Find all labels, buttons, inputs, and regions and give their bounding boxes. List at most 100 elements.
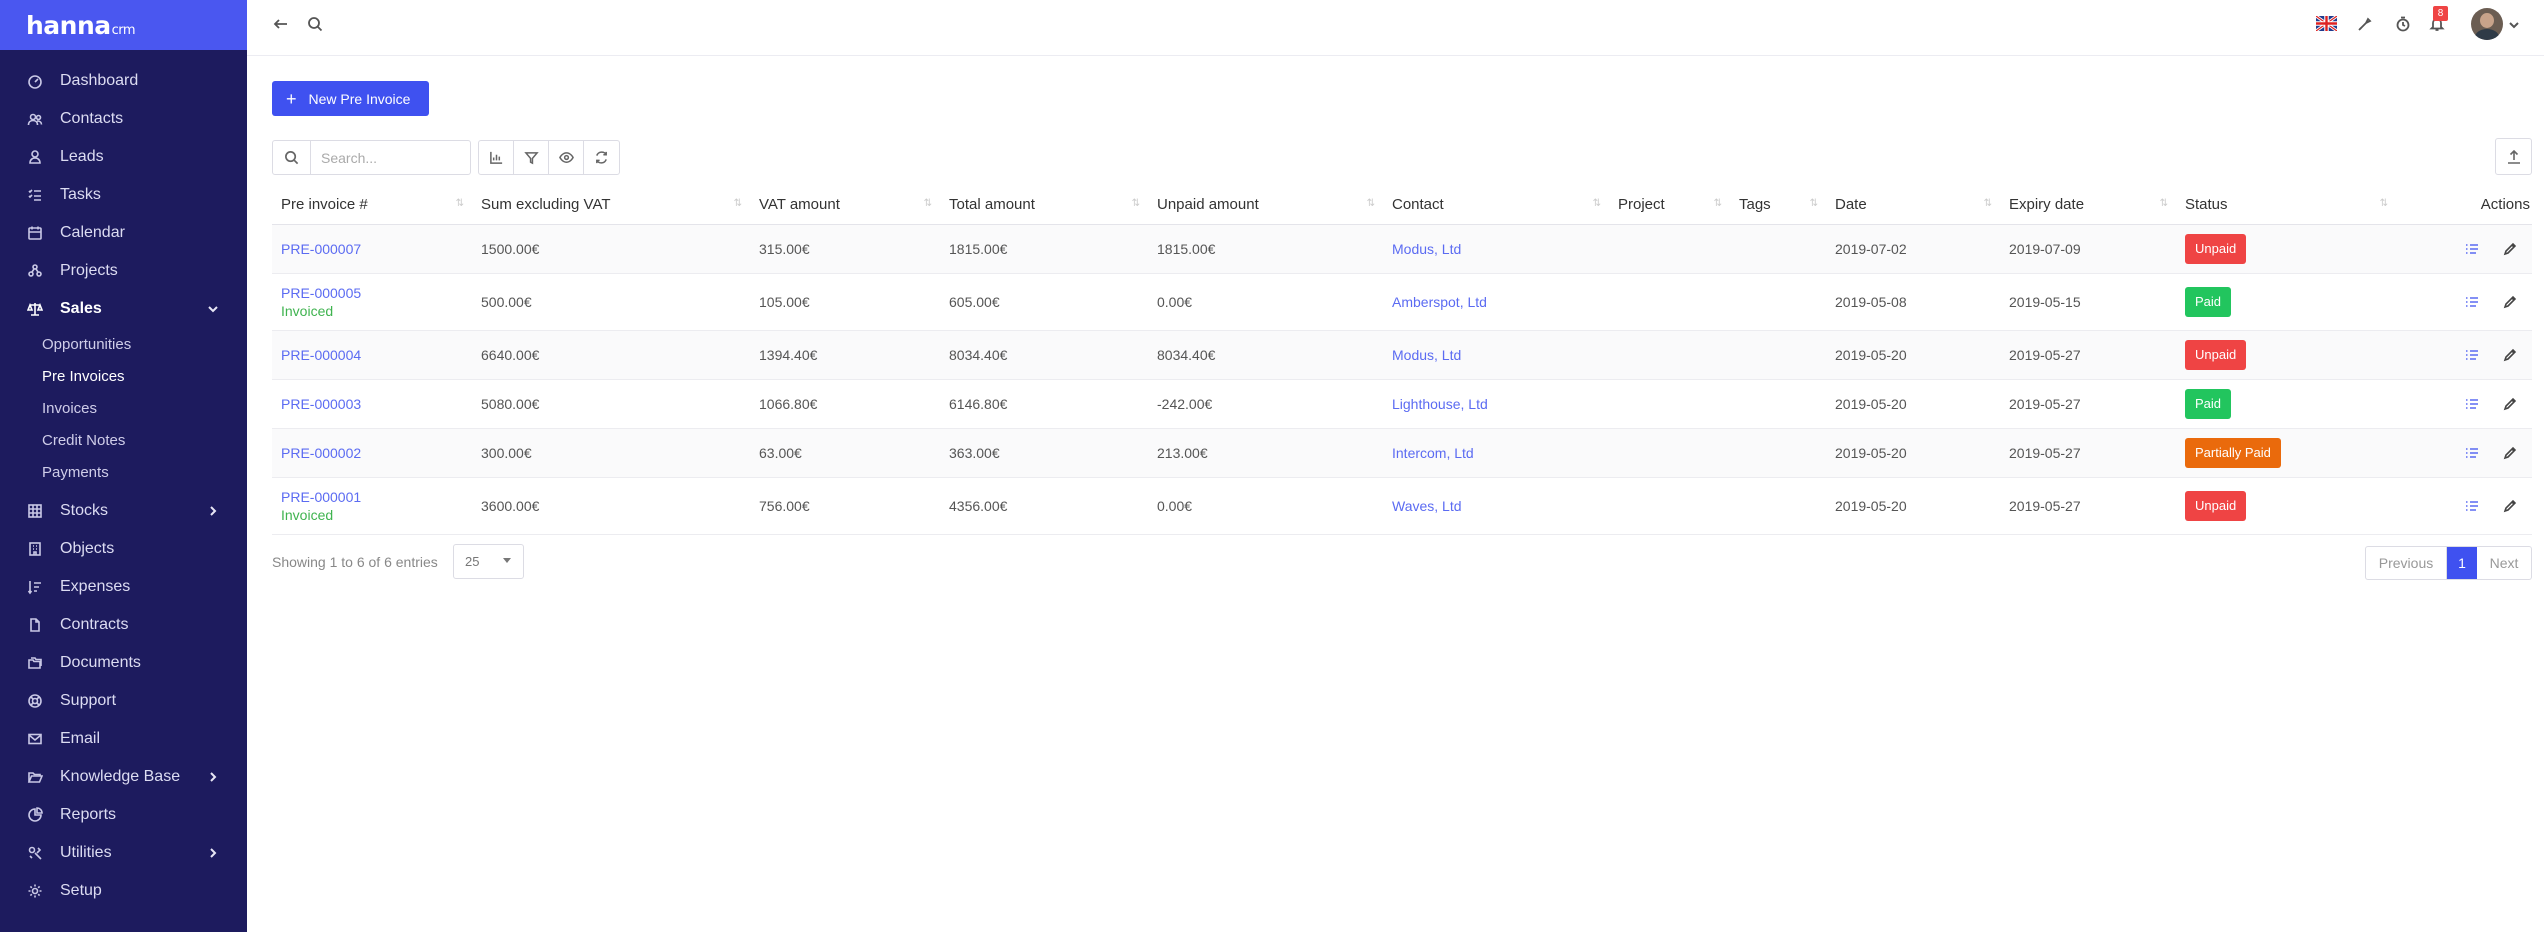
edit-pencil-icon[interactable] [2502, 498, 2518, 514]
back-arrow-icon[interactable] [271, 14, 291, 34]
list-details-icon[interactable] [2464, 241, 2480, 257]
sidebar-subitem-credit-notes[interactable]: Credit Notes [0, 424, 247, 456]
previous-page-button[interactable]: Previous [2366, 547, 2447, 579]
contact-link[interactable]: Modus, Ltd [1392, 347, 1461, 363]
sidebar-item-projects[interactable]: Projects [0, 252, 247, 290]
chevron-down-icon[interactable] [2508, 18, 2520, 30]
sidebar-item-expenses[interactable]: Expenses [0, 568, 247, 606]
column-header[interactable]: VAT amount ⇅ [750, 186, 940, 225]
sidebar-subitem-opportunities[interactable]: Opportunities [0, 328, 247, 360]
sidebar-item-setup[interactable]: Setup [0, 872, 247, 910]
cell-expiry: 2019-05-27 [2000, 477, 2176, 535]
sidebar-item-label: Dashboard [60, 72, 139, 89]
sidebar-item-stocks[interactable]: Stocks [0, 492, 247, 530]
sidebar-item-calendar[interactable]: Calendar [0, 214, 247, 252]
cell-actions [2396, 224, 2532, 274]
column-header[interactable]: Tags ⇅ [1730, 186, 1826, 225]
sidebar-subitem-pre-invoices[interactable]: Pre Invoices [0, 360, 247, 392]
pre-invoice-link[interactable]: PRE-000003 [281, 396, 361, 412]
column-header[interactable]: Total amount ⇅ [940, 186, 1148, 225]
sort-icon: ⇅ [2379, 198, 2389, 209]
sidebar-item-utilities[interactable]: Utilities [0, 834, 247, 872]
avatar[interactable] [2471, 8, 2503, 40]
contact-link[interactable]: Lighthouse, Ltd [1392, 396, 1488, 412]
column-header[interactable]: Sum excluding VAT ⇅ [472, 186, 750, 225]
column-header[interactable]: Date ⇅ [1826, 186, 2000, 225]
export-icon[interactable] [2495, 138, 2532, 175]
sidebar-item-sales[interactable]: Sales [0, 290, 247, 328]
list-details-icon[interactable] [2464, 445, 2480, 461]
search-icon[interactable] [305, 14, 325, 34]
pre-invoice-link[interactable]: PRE-000001 [281, 489, 361, 505]
pre-invoice-link[interactable]: PRE-000004 [281, 347, 361, 363]
column-header-label: Project [1618, 196, 1665, 214]
timer-icon[interactable] [2393, 14, 2413, 34]
column-header[interactable]: Unpaid amount ⇅ [1148, 186, 1383, 225]
contact-link[interactable]: Modus, Ltd [1392, 241, 1461, 257]
sidebar-subitem-payments[interactable]: Payments [0, 456, 247, 488]
column-header[interactable]: Project ⇅ [1609, 186, 1730, 225]
table-row[interactable]: PRE-000007 1500.00€ 315.00€ 1815.00€ 1815.00… [272, 224, 2532, 274]
pre-invoice-link[interactable]: PRE-000005 [281, 285, 361, 301]
table-row[interactable]: PRE-000005 Invoiced 500.00€ 105.00€ 605.00€ 0… [272, 273, 2532, 331]
sidebar-item-contracts[interactable]: Contracts [0, 606, 247, 644]
sidebar-item-documents[interactable]: Documents [0, 644, 247, 682]
page-1-button[interactable]: 1 [2447, 547, 2477, 579]
sidebar-item-support[interactable]: Support [0, 682, 247, 720]
column-header[interactable]: Contact ⇅ [1383, 186, 1609, 225]
next-page-button[interactable]: Next [2477, 547, 2531, 579]
list-details-icon[interactable] [2464, 294, 2480, 310]
refresh-icon[interactable] [584, 141, 619, 174]
cell-vat: 63.00€ [750, 428, 940, 478]
sidebar-item-leads[interactable]: Leads [0, 138, 247, 176]
sort-icon: ⇅ [1713, 198, 1723, 209]
pre-invoice-link[interactable]: PRE-000007 [281, 241, 361, 257]
list-details-icon[interactable] [2464, 498, 2480, 514]
column-header[interactable]: Expiry date ⇅ [2000, 186, 2176, 225]
cell-project [1609, 224, 1730, 274]
sidebar-item-tasks[interactable]: Tasks [0, 176, 247, 214]
edit-pencil-icon[interactable] [2502, 396, 2518, 412]
cell-tags [1730, 273, 1826, 331]
eye-icon[interactable] [549, 141, 584, 174]
sidebar-item-contacts[interactable]: Contacts [0, 100, 247, 138]
column-header[interactable]: Status ⇅ [2176, 186, 2396, 225]
table-row[interactable]: PRE-000004 6640.00€ 1394.40€ 8034.40€ 8034.4… [272, 330, 2532, 380]
column-header[interactable]: Actions [2396, 186, 2532, 225]
brand-logo[interactable]: hannacrm [0, 0, 247, 50]
new-pre-invoice-button[interactable]: + New Pre Invoice [272, 81, 429, 116]
sidebar-item-knowledge-base[interactable]: Knowledge Base [0, 758, 247, 796]
uk-flag-icon[interactable] [2316, 16, 2337, 31]
list-details-icon[interactable] [2464, 347, 2480, 363]
status-badge[interactable]: Paid [2185, 286, 2232, 317]
edit-pencil-icon[interactable] [2502, 294, 2518, 310]
cell-vat: 756.00€ [750, 477, 940, 535]
status-badge[interactable]: Unpaid [2185, 233, 2247, 264]
list-details-icon[interactable] [2464, 396, 2480, 412]
edit-pencil-icon[interactable] [2502, 241, 2518, 257]
status-badge[interactable]: Unpaid [2185, 490, 2247, 521]
contact-link[interactable]: Intercom, Ltd [1392, 445, 1474, 461]
tool-icon[interactable] [2355, 14, 2375, 34]
edit-pencil-icon[interactable] [2502, 347, 2518, 363]
contact-link[interactable]: Amberspot, Ltd [1392, 294, 1487, 310]
sidebar-item-objects[interactable]: Objects [0, 530, 247, 568]
sidebar-item-reports[interactable]: Reports [0, 796, 247, 834]
filter-icon[interactable] [514, 141, 549, 174]
contact-link[interactable]: Waves, Ltd [1392, 498, 1462, 514]
sidebar-item-dashboard[interactable]: Dashboard [0, 62, 247, 100]
status-badge[interactable]: Partially Paid [2185, 437, 2281, 468]
sidebar-item-email[interactable]: Email [0, 720, 247, 758]
chart-icon[interactable] [479, 141, 514, 174]
table-row[interactable]: PRE-000003 5080.00€ 1066.80€ 6146.80€ -242.0… [272, 379, 2532, 429]
table-row[interactable]: PRE-000002 300.00€ 63.00€ 363.00€ 213.00€ Int… [272, 428, 2532, 478]
status-badge[interactable]: Unpaid [2185, 339, 2247, 370]
table-row[interactable]: PRE-000001 Invoiced 3600.00€ 756.00€ 4356.00… [272, 477, 2532, 535]
search-input[interactable] [311, 141, 469, 174]
status-badge[interactable]: Paid [2185, 388, 2232, 419]
pre-invoice-link[interactable]: PRE-000002 [281, 445, 361, 461]
sidebar-subitem-invoices[interactable]: Invoices [0, 392, 247, 424]
column-header[interactable]: Pre invoice # ⇅ [272, 186, 472, 225]
per-page-select[interactable]: 25 [453, 544, 524, 579]
edit-pencil-icon[interactable] [2502, 445, 2518, 461]
